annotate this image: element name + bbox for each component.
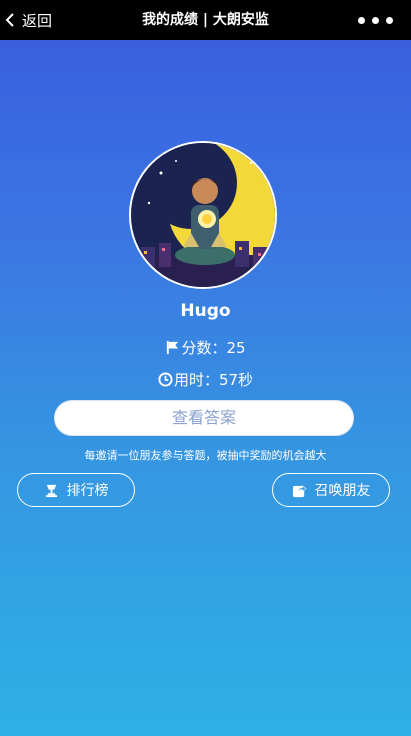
score-row: 分数：25 [0, 337, 411, 358]
page-title: 我的成绩 | 大朗安监 [142, 12, 269, 28]
more-dot-icon [358, 16, 365, 24]
back-label: 返回 [22, 11, 53, 30]
share-icon [292, 484, 307, 497]
avatar [129, 141, 277, 289]
back-button[interactable]: 返回 [4, 0, 52, 40]
time-text: 用时：57秒 [173, 371, 254, 389]
flag-icon [167, 340, 179, 355]
chevron-left-icon [5, 13, 14, 27]
more-menu-button[interactable] [358, 0, 393, 40]
leaderboard-button[interactable]: 排行榜 [17, 473, 135, 507]
result-panel: Hugo 分数：25 用时：57秒 查看答案 每邀请一位朋友参与答题，被抽中奖励… [0, 40, 411, 736]
more-dot-icon [372, 16, 379, 24]
trophy-icon [45, 484, 57, 497]
time-row: 用时：57秒 [0, 369, 411, 390]
score-text: 分数：25 [181, 339, 246, 357]
invite-tip: 每邀请一位朋友参与答题，被抽中奖励的机会越大 [84, 449, 327, 462]
clock-icon [158, 372, 173, 387]
view-answers-button[interactable]: 查看答案 [54, 400, 354, 436]
more-dot-icon [386, 16, 393, 24]
summon-friends-button[interactable]: 召唤朋友 [272, 473, 390, 507]
leaderboard-label: 排行榜 [66, 483, 109, 499]
username: Hugo [180, 301, 231, 321]
top-nav-bar: 返回 我的成绩 | 大朗安监 [0, 0, 411, 40]
summon-friends-label: 召唤朋友 [314, 483, 371, 499]
